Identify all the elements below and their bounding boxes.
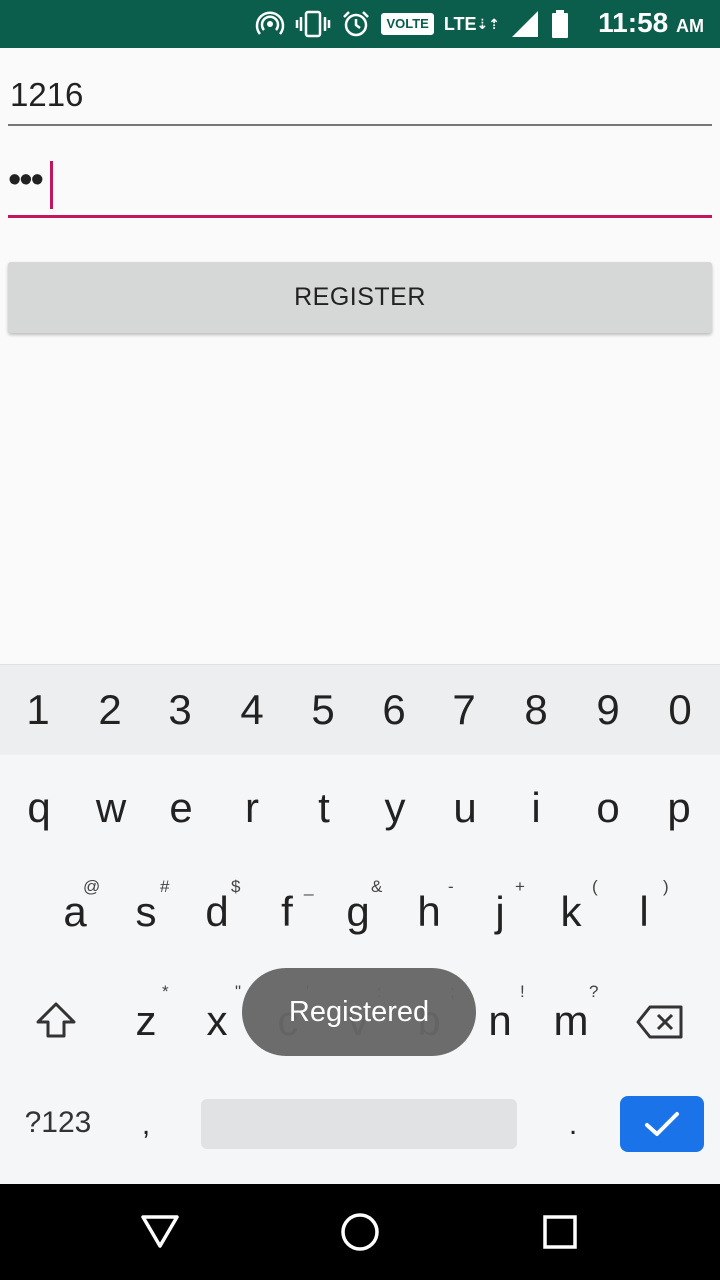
enter-key[interactable] (620, 1096, 704, 1152)
vibrate-icon (295, 9, 331, 39)
key-e[interactable]: e (151, 784, 211, 832)
key-i[interactable]: i (506, 784, 566, 832)
alarm-icon (341, 9, 371, 39)
signal-icon (510, 9, 540, 39)
key-x-hint: " (235, 982, 242, 1001)
space-bar[interactable] (201, 1099, 517, 1149)
key-t[interactable]: t (294, 784, 354, 832)
key-6[interactable]: 6 (364, 686, 424, 734)
lte-icon: LTE ⇣⇡ (443, 14, 500, 34)
register-button[interactable]: REGISTER (8, 262, 712, 333)
shift-icon (36, 1002, 76, 1038)
navigation-bar (0, 1184, 720, 1280)
key-o[interactable]: o (578, 784, 638, 832)
status-clock: 11:58 AM (598, 7, 704, 38)
comma-key[interactable]: , (126, 1108, 166, 1142)
key-m-hint: ? (589, 982, 599, 1001)
key-7[interactable]: 7 (434, 686, 494, 734)
key-0[interactable]: 0 (650, 686, 710, 734)
key-p[interactable]: p (649, 784, 709, 832)
battery-icon (550, 9, 570, 39)
period-key[interactable]: . (553, 1108, 593, 1142)
key-k-hint: ( (592, 877, 598, 896)
recents-square-icon[interactable] (540, 1212, 580, 1252)
password-field-value: ••• (8, 159, 44, 201)
key-3[interactable]: 3 (150, 686, 210, 734)
key-l-hint: ) (663, 877, 669, 896)
key-4[interactable]: 4 (222, 686, 282, 734)
key-r[interactable]: r (222, 784, 282, 832)
key-h-hint: - (448, 877, 454, 896)
symbols-key[interactable]: ?123 (0, 1106, 116, 1140)
backspace-key[interactable] (636, 1002, 686, 1047)
key-d-hint: $ (231, 877, 241, 896)
key-s-hint: # (160, 877, 170, 896)
text-cursor (50, 161, 53, 209)
id-field-value: 1216 (10, 76, 84, 113)
key-f-hint: _ (304, 877, 314, 896)
key-z[interactable]: z (116, 997, 176, 1045)
key-8[interactable]: 8 (506, 686, 566, 734)
shift-key[interactable] (34, 1000, 78, 1045)
toast-message: Registered (242, 968, 476, 1056)
key-q[interactable]: q (9, 784, 69, 832)
back-triangle-icon[interactable] (140, 1212, 180, 1252)
password-field[interactable]: ••• (8, 155, 712, 218)
key-n-hint: ! (520, 982, 525, 1001)
key-n[interactable]: n (470, 997, 530, 1045)
home-circle-icon[interactable] (340, 1212, 380, 1252)
id-field[interactable]: 1216 (8, 70, 712, 126)
key-1[interactable]: 1 (8, 686, 68, 734)
key-m[interactable]: m (541, 997, 601, 1045)
key-9[interactable]: 9 (578, 686, 638, 734)
key-x[interactable]: x (187, 997, 247, 1045)
key-y[interactable]: y (365, 784, 425, 832)
key-a-hint: @ (83, 877, 101, 896)
key-w[interactable]: w (81, 784, 141, 832)
volte-icon: VOLTE (381, 13, 434, 35)
checkmark-icon (645, 1112, 679, 1136)
status-bar: VOLTE LTE ⇣⇡ 11:58 AM (0, 0, 720, 48)
key-z-hint: * (162, 982, 169, 1001)
hotspot-icon (255, 9, 285, 39)
key-2[interactable]: 2 (80, 686, 140, 734)
key-j-hint: + (515, 877, 525, 896)
key-g-hint: & (371, 877, 383, 896)
backspace-icon (636, 1005, 683, 1039)
key-5[interactable]: 5 (293, 686, 353, 734)
key-u[interactable]: u (435, 784, 495, 832)
